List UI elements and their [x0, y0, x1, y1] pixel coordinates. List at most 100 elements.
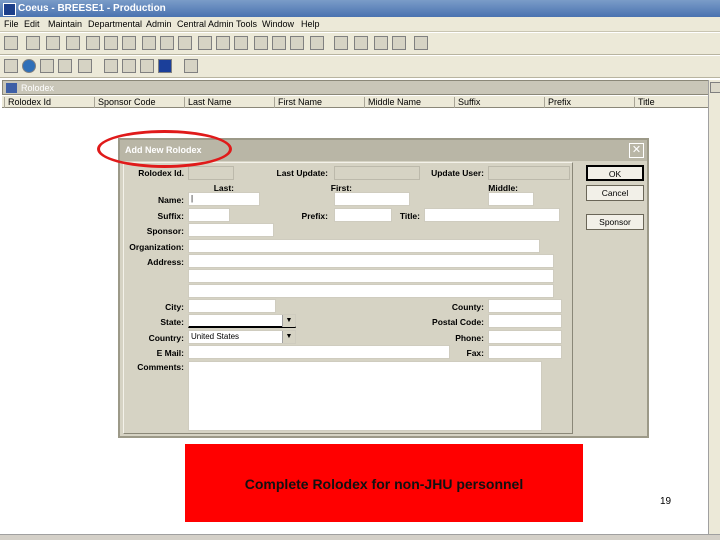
prefix-field[interactable]: [334, 208, 392, 222]
menu-edit[interactable]: Edit: [24, 19, 40, 29]
matrix-icon[interactable]: [122, 36, 136, 50]
refresh-icon[interactable]: [4, 59, 18, 73]
organization-icon[interactable]: [178, 36, 192, 50]
address-line3-field[interactable]: [188, 284, 554, 298]
rolodex-form: Rolodex Id. Last Update: Update User: La…: [123, 162, 573, 434]
grid-icon[interactable]: [104, 59, 118, 73]
menu-bar: File Edit Maintain Departmental Admin Ce…: [0, 17, 720, 32]
sort-icon[interactable]: [334, 36, 348, 50]
menu-window[interactable]: Window: [262, 19, 294, 29]
columns-icon[interactable]: [254, 36, 268, 50]
column-suffix[interactable]: Suffix: [454, 97, 480, 108]
postal-code-field[interactable]: [488, 314, 562, 328]
comments-label: Comments:: [137, 362, 184, 372]
address-line1-field[interactable]: [188, 254, 554, 268]
comments-textarea[interactable]: [188, 361, 542, 431]
person-icon[interactable]: [86, 36, 100, 50]
last-update-label: Last Update:: [276, 168, 328, 178]
address-line2-field[interactable]: [188, 269, 554, 283]
menu-file[interactable]: File: [4, 19, 19, 29]
state-dropdown[interactable]: ▼: [188, 314, 296, 328]
postal-code-label: Postal Code:: [432, 317, 484, 327]
fax-label: Fax:: [466, 348, 484, 358]
menu-admin[interactable]: Admin: [146, 19, 172, 29]
column-rolodex-id[interactable]: Rolodex Id: [4, 97, 51, 108]
country-value: United States: [191, 332, 240, 341]
layout-icon[interactable]: [374, 36, 388, 50]
sponsor-button[interactable]: Sponsor: [586, 214, 644, 230]
modify-icon[interactable]: [40, 59, 54, 73]
status-bar: [0, 534, 720, 540]
window-icon[interactable]: [392, 36, 406, 50]
middle-name-field[interactable]: [488, 192, 534, 206]
add-rolodex-dialog: Add New Rolodex ✕ Rolodex Id. Last Updat…: [118, 138, 649, 438]
exit-icon[interactable]: [414, 36, 428, 50]
menu-help[interactable]: Help: [301, 19, 320, 29]
chevron-down-icon[interactable]: ▼: [282, 331, 295, 343]
transfer-icon[interactable]: [142, 36, 156, 50]
chevron-down-icon[interactable]: ▼: [282, 315, 295, 327]
organization-field[interactable]: [188, 239, 540, 253]
prefix-label: Prefix:: [301, 211, 328, 221]
app-title: Coeus - BREESE1 - Production: [18, 3, 166, 14]
award-icon[interactable]: [66, 36, 80, 50]
routing-icon[interactable]: [160, 36, 174, 50]
rolodex-table-header: Rolodex Id Sponsor Code Last Name First …: [2, 96, 708, 108]
group-icon[interactable]: [234, 36, 248, 50]
state-label: State:: [160, 317, 184, 327]
globe-icon[interactable]: [272, 36, 286, 50]
open-icon[interactable]: [4, 36, 18, 50]
first-name-field[interactable]: [334, 192, 410, 206]
menu-tools[interactable]: Tools: [236, 19, 257, 29]
money-icon[interactable]: [290, 36, 304, 50]
phone-field[interactable]: [488, 330, 562, 344]
column-title[interactable]: Title: [634, 97, 655, 108]
column-prefix[interactable]: Prefix: [544, 97, 571, 108]
vertical-scrollbar[interactable]: [708, 80, 720, 538]
filter-icon[interactable]: [354, 36, 368, 50]
column-sponsor-code[interactable]: Sponsor Code: [94, 97, 156, 108]
last-name-field[interactable]: |: [188, 192, 260, 206]
close-icon[interactable]: ✕: [629, 143, 644, 158]
users-icon[interactable]: [198, 36, 212, 50]
cancel-button[interactable]: Cancel: [586, 185, 644, 201]
last-update-field: [334, 166, 420, 180]
country-dropdown[interactable]: United States ▼: [188, 330, 296, 344]
fax-field[interactable]: [488, 345, 562, 359]
email-field[interactable]: [188, 345, 450, 359]
title-field[interactable]: [424, 208, 560, 222]
column-first-name[interactable]: First Name: [274, 97, 322, 108]
people-icon[interactable]: [216, 36, 230, 50]
report-icon[interactable]: [104, 36, 118, 50]
rolodex-id-field: [188, 166, 234, 180]
callout-text: Complete Rolodex for non-JHU personnel: [244, 476, 524, 492]
column-middle-name[interactable]: Middle Name: [364, 97, 421, 108]
app-title-bar: Coeus - BREESE1 - Production: [0, 0, 720, 17]
city-field[interactable]: [188, 299, 276, 313]
save-icon[interactable]: [158, 59, 172, 73]
print-icon[interactable]: [310, 36, 324, 50]
menu-departmental[interactable]: Departmental: [88, 19, 142, 29]
main-toolbar: [0, 33, 720, 55]
menu-maintain[interactable]: Maintain: [48, 19, 82, 29]
copy-icon[interactable]: [78, 59, 92, 73]
new-icon[interactable]: [22, 59, 36, 73]
pencil-icon[interactable]: [58, 59, 72, 73]
close-window-icon[interactable]: [184, 59, 198, 73]
search-icon[interactable]: [140, 59, 154, 73]
rolodex-window-title: Rolodex: [21, 83, 55, 93]
sponsor-label: Sponsor:: [146, 226, 184, 236]
scroll-up-icon[interactable]: [710, 82, 720, 93]
ok-button[interactable]: OK: [586, 165, 644, 181]
county-label: County:: [451, 302, 484, 312]
proposal-icon[interactable]: [26, 36, 40, 50]
sponsor-field[interactable]: [188, 223, 274, 237]
update-user-field: [488, 166, 570, 180]
rolodex-icon: [6, 83, 17, 93]
menu-central-admin[interactable]: Central Admin: [177, 19, 234, 29]
column-last-name[interactable]: Last Name: [184, 97, 232, 108]
county-field[interactable]: [488, 299, 562, 313]
edit-icon[interactable]: [46, 36, 60, 50]
tree-icon[interactable]: [122, 59, 136, 73]
suffix-field[interactable]: [188, 208, 230, 222]
